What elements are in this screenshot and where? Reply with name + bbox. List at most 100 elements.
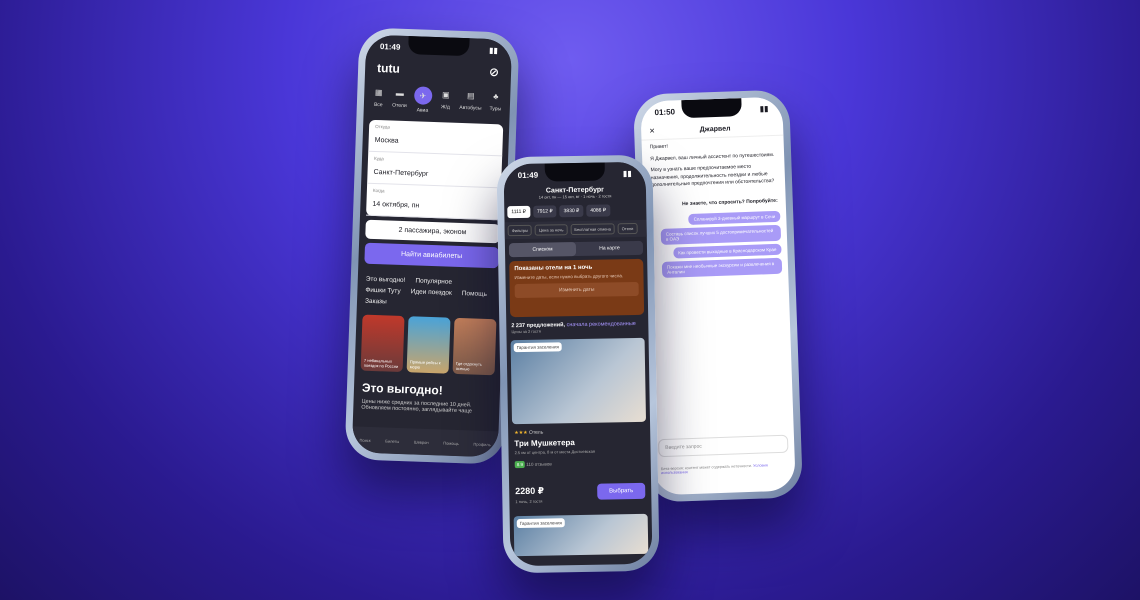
bot-message: Привет! Я Джарвел, ваш личный ассистент … — [642, 136, 786, 198]
section-tabs: Это выгодно! Популярное Фишки Туту Идеи … — [357, 267, 504, 313]
nav-profile[interactable]: Профиль — [473, 441, 490, 447]
suggestion-chip[interactable]: Составь список лучших 5 достопримечатель… — [660, 224, 782, 245]
passengers-button[interactable]: 2 пассажира, эконом — [365, 219, 500, 244]
alert-text: Измените даты, если нужно выбрать другог… — [514, 273, 624, 281]
intro: Я Джарвел, ваш личный ассистент по путеш… — [650, 151, 775, 162]
phone-chat: 01:50 ▮▮ ✕ Джарвел Привет! Я Джарвел, ва… — [632, 89, 804, 503]
chip-train[interactable]: 3830 ₽ — [559, 204, 584, 218]
category-train[interactable]: ▣ Ж/д — [438, 87, 453, 114]
nav-help[interactable]: Помощь — [443, 440, 459, 446]
chip-bus[interactable]: 4086 ₽ — [586, 204, 611, 217]
train-icon: ▣ — [441, 89, 450, 100]
to-value: Санкт-Петербург — [373, 168, 429, 178]
tab-orders[interactable]: Заказы — [365, 298, 387, 306]
chip-label: 1111 ₽ — [511, 208, 526, 216]
alert-title: Показаны отели на 1 ночь — [514, 264, 593, 273]
chat-input[interactable]: Введите запрос — [657, 434, 789, 458]
price-note: 1 ночь, 2 гостя — [515, 498, 543, 505]
nav-center[interactable]: Шеврон — [414, 439, 429, 445]
category-avia[interactable]: ✈ Авиа — [413, 86, 433, 114]
reviews-count: 110 отзывов — [526, 461, 552, 467]
nights-alert: Показаны отели на 1 ночь Измените даты, … — [509, 258, 645, 318]
date-field[interactable]: Когда 14 октября, пн — [366, 183, 502, 221]
category-label: Туры — [489, 105, 502, 113]
date-value: 14 октября, пн — [372, 200, 420, 210]
search-button[interactable]: Найти авиабилеты — [364, 242, 499, 269]
chip-hotels[interactable]: 1111 ₽ — [507, 205, 531, 219]
nav-tickets[interactable]: Билеты — [385, 438, 399, 443]
rating-badge: 8.9 — [514, 460, 526, 469]
choose-button[interactable]: Выбрать — [596, 482, 646, 500]
hotel-photo[interactable]: Гарантия заселения — [513, 513, 649, 557]
results-count: 2 237 предложений, сначала рекомендованн… — [506, 319, 648, 336]
view-list[interactable]: Списком — [508, 242, 577, 258]
story-cards: 7 небанальных поездок по России Прямые р… — [354, 308, 502, 381]
story-card[interactable]: 7 небанальных поездок по России — [360, 314, 405, 373]
category-label: Автобусы — [459, 104, 482, 112]
story-card[interactable]: Где отдохнуть осенью — [452, 317, 497, 376]
change-dates-button[interactable]: Изменить даты — [514, 281, 639, 299]
chip-label: 7912 ₽ — [536, 208, 553, 215]
notch — [681, 98, 742, 119]
battery-icon: ▮▮ — [488, 45, 499, 55]
category-bar: ▦ Все ▬ Отели ✈ Авиа ▣ Ж/д ▤ Автобусы ♣ Туры — [364, 79, 511, 121]
filter-hotels[interactable]: Отели — [617, 222, 638, 235]
disclaimer: Бета-версия: контент может содержать нет… — [661, 463, 787, 475]
app-logo: tutu — [376, 60, 401, 76]
guarantee-badge: Гарантия заселения — [516, 518, 566, 529]
bus-icon: ▤ — [466, 90, 475, 100]
chat-title: Джарвел — [699, 124, 731, 134]
tab-popular[interactable]: Популярное — [415, 277, 452, 285]
stars-icon: ★★★ — [514, 429, 528, 437]
battery-icon: ▮▮ — [622, 168, 632, 178]
phone-hotels: 01:49 ▮▮ Санкт-Петербург 14 окт, пн — 15… — [496, 154, 660, 574]
suggestion-chip[interactable]: Покажи мне необычные экскурсии и развлеч… — [661, 257, 783, 278]
tab-help[interactable]: Помощь — [462, 290, 487, 298]
suggestion-chip[interactable]: Как провести выходные в Краснодарском Кр… — [672, 243, 782, 259]
dates-subtitle: 14 окт, пн — 15 окт, вт · 1 ночь · 2 гос… — [538, 193, 612, 200]
help-text: Могу в узнать ваше предпочитаемое место … — [650, 163, 775, 189]
to-field[interactable]: Куда Санкт-Петербург — [367, 151, 503, 189]
date-label: Когда — [372, 187, 385, 194]
suggestion-chip[interactable]: Спланируй 3-дневный маршрут в Сочи — [688, 210, 781, 225]
chip-label: 4086 ₽ — [590, 207, 607, 214]
chip-avia[interactable]: 7912 ₽ — [532, 205, 557, 218]
story-card[interactable]: Прямые рейсы к морю — [406, 316, 451, 374]
category-label: Все — [373, 101, 383, 109]
category-all[interactable]: ▦ Все — [371, 85, 386, 112]
hotel-kind: Отель — [528, 429, 544, 436]
hotel-photo[interactable]: Гарантия заселения — [510, 337, 647, 425]
view-toggle: Списком На карте — [508, 240, 644, 258]
tab-deals[interactable]: Это выгодно! — [366, 276, 406, 284]
tab-features[interactable]: Фишки Туту — [365, 287, 400, 295]
hotels-screen: 01:49 ▮▮ Санкт-Петербург 14 окт, пн — 15… — [503, 161, 653, 567]
from-value: Москва — [374, 136, 399, 145]
from-field[interactable]: Откуда Москва — [368, 119, 504, 157]
notch — [544, 162, 605, 182]
status-time: 01:49 — [517, 170, 539, 180]
status-time: 01:49 — [379, 41, 401, 52]
filter-cancel[interactable]: Бесплатная отмена — [570, 223, 615, 236]
view-map[interactable]: На карте — [576, 241, 643, 256]
bed-icon: ▬ — [395, 88, 405, 98]
filter-bar: Фильтры Цена за ночь Бесплатная отмена О… — [504, 219, 647, 240]
phone-home: 01:49 ▮▮ tutu ⊘ ▦ Все ▬ Отели ✈ Авиа ▣ Ж/д ▤… — [344, 27, 520, 465]
from-label: Откуда — [375, 123, 391, 130]
sort-link[interactable]: сначала рекомендованные — [567, 321, 636, 328]
status-time: 01:50 — [654, 106, 676, 117]
nav-search[interactable]: Поиск — [359, 437, 370, 442]
mute-icon[interactable]: ⊘ — [489, 65, 500, 79]
guarantee-badge: Гарантия заселения — [513, 342, 562, 353]
category-label: Авиа — [416, 107, 429, 114]
bottom-nav: Поиск Билеты Шеврон Помощь Профиль — [351, 426, 499, 458]
price-row: 2280 ₽1 ночь, 2 гостя Выбрать — [509, 471, 652, 512]
category-hotels[interactable]: ▬ Отели — [392, 86, 407, 113]
category-label: Ж/д — [440, 104, 450, 111]
category-bus[interactable]: ▤ Автобусы — [459, 88, 482, 116]
notch — [408, 36, 470, 57]
category-tours[interactable]: ♣ Туры — [488, 89, 503, 116]
filter-button[interactable]: Фильтры — [507, 224, 533, 237]
filter-price[interactable]: Цена за ночь — [534, 224, 568, 236]
chat-screen: 01:50 ▮▮ ✕ Джарвел Привет! Я Джарвел, ва… — [640, 96, 796, 496]
tab-ideas[interactable]: Идеи поездок — [411, 288, 452, 296]
